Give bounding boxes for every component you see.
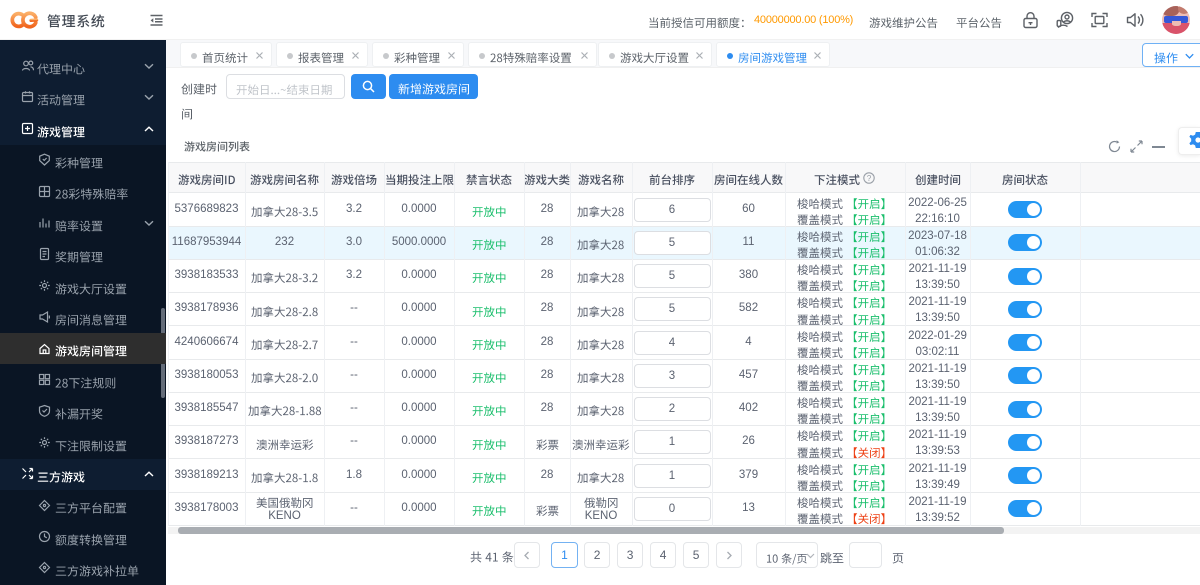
svg-text:?: ? — [867, 174, 872, 183]
